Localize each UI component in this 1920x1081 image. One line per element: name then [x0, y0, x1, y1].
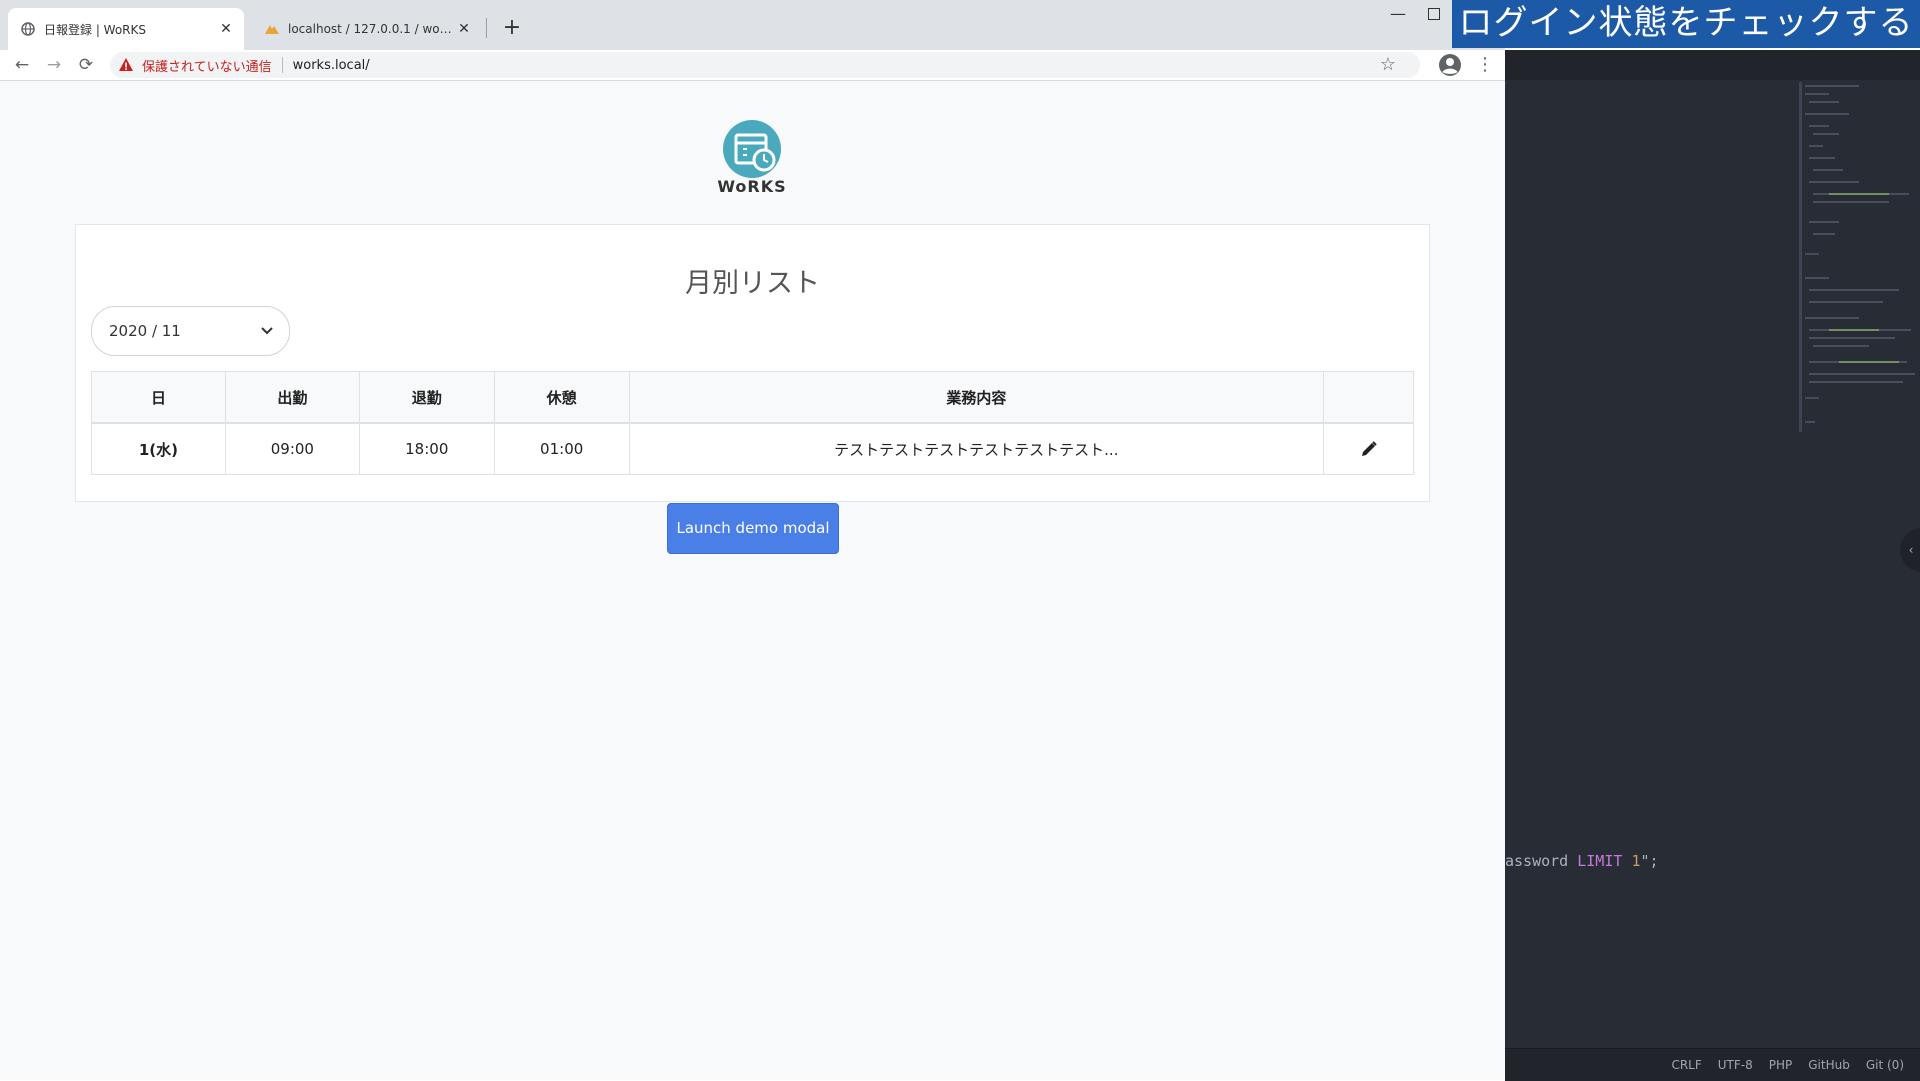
code-keyword: LIMIT: [1577, 852, 1623, 870]
phpmyadmin-icon: [264, 21, 280, 37]
launch-demo-modal-button[interactable]: Launch demo modal: [667, 503, 839, 554]
browser-window: 日報登録 | WoRKS ✕ localhost / 127.0.0.1 / w…: [0, 0, 1505, 1080]
page-content: WoRKS 月別リスト 2020 / 11 日 出勤 退勤 休憩 業務内容 1(…: [0, 81, 1505, 1080]
cell-start: 09:00: [224, 422, 360, 475]
status-github[interactable]: GitHub: [1808, 1058, 1850, 1072]
editor-tab-bar: [1505, 50, 1920, 80]
profile-icon[interactable]: [1438, 53, 1462, 77]
insecure-label[interactable]: 保護されていない通信: [142, 56, 272, 75]
table-row: 1(水) 09:00 18:00 01:00 テストテストテストテストテストテス…: [91, 422, 1414, 475]
cell-content: テストテストテストテストテストテスト...: [628, 422, 1325, 475]
chevron-left-icon[interactable]: ‹: [1900, 528, 1920, 572]
tab-title: 日報登録 | WoRKS: [44, 22, 147, 37]
new-tab-button[interactable]: +: [498, 14, 526, 42]
url-text[interactable]: works.local/: [293, 58, 370, 73]
tab-divider: [486, 18, 487, 38]
code-text-tail: ";: [1640, 852, 1659, 870]
month-select-value: 2020 / 11: [109, 322, 181, 340]
pencil-icon[interactable]: [1360, 440, 1378, 458]
page-title: 月別リスト: [685, 268, 820, 299]
tab-phpmyadmin[interactable]: localhost / 127.0.0.1 / works / use ✕: [252, 8, 482, 50]
warning-icon: [119, 58, 133, 71]
browser-toolbar: ← → ⟳ 保護されていない通信 works.local/ ☆ ⋮: [0, 50, 1505, 81]
minimize-icon[interactable]: —: [1384, 4, 1412, 28]
monthly-list-card: 月別リスト 2020 / 11 日 出勤 退勤 休憩 業務内容 1(水) 09:…: [75, 224, 1430, 502]
column-header-end: 退勤: [358, 371, 495, 424]
tab-title: localhost / 127.0.0.1 / works / use: [288, 22, 454, 36]
table-header-row: 日 出勤 退勤 休憩 業務内容: [91, 371, 1414, 424]
status-encoding[interactable]: UTF-8: [1718, 1058, 1753, 1072]
logo-text: WoRKS: [717, 177, 787, 196]
forward-arrow-icon[interactable]: →: [42, 53, 66, 77]
cell-end: 18:00: [358, 422, 495, 475]
column-header-break: 休憩: [493, 371, 630, 424]
cell-break: 01:00: [493, 422, 630, 475]
bookmark-star-icon[interactable]: ☆: [1380, 54, 1396, 75]
column-header-day: 日: [91, 371, 226, 424]
reload-icon[interactable]: ⟳: [74, 53, 98, 77]
editor-minimap[interactable]: [1799, 82, 1919, 432]
url-divider: [281, 57, 283, 73]
tab-strip: 日報登録 | WoRKS ✕ localhost / 127.0.0.1 / w…: [0, 0, 1505, 50]
status-git[interactable]: Git (0): [1866, 1058, 1904, 1072]
code-line: assword LIMIT 1";: [1505, 852, 1659, 870]
back-arrow-icon[interactable]: ←: [10, 53, 34, 77]
tab-active[interactable]: 日報登録 | WoRKS ✕: [8, 8, 244, 50]
cell-day: 1(水): [91, 422, 226, 475]
month-select[interactable]: 2020 / 11: [91, 306, 290, 356]
close-icon[interactable]: ✕: [454, 21, 474, 37]
chevron-down-icon: [261, 324, 275, 339]
close-icon[interactable]: ✕: [216, 21, 236, 37]
globe-icon: [20, 21, 36, 37]
code-editor: assword LIMIT 1"; ‹ CRLF UTF-8 PHP GitHu…: [1505, 50, 1920, 1081]
cell-edit: [1323, 422, 1414, 475]
address-bar[interactable]: 保護されていない通信 works.local/ ☆: [110, 52, 1420, 78]
column-header-content: 業務内容: [628, 371, 1325, 424]
code-text: assword: [1505, 852, 1578, 870]
editor-status-bar: CRLF UTF-8 PHP GitHub Git (0): [1505, 1048, 1920, 1081]
column-header-action: [1323, 371, 1414, 424]
column-header-start: 出勤: [224, 371, 360, 424]
maximize-icon[interactable]: [1428, 8, 1440, 20]
records-table: 日 出勤 退勤 休憩 業務内容 1(水) 09:00 18:00 01:00 テ…: [91, 371, 1414, 475]
video-caption: ログイン状態をチェックする: [1452, 0, 1920, 48]
status-language[interactable]: PHP: [1769, 1058, 1793, 1072]
more-menu-icon[interactable]: ⋮: [1476, 53, 1494, 77]
status-line-ending[interactable]: CRLF: [1671, 1058, 1701, 1072]
